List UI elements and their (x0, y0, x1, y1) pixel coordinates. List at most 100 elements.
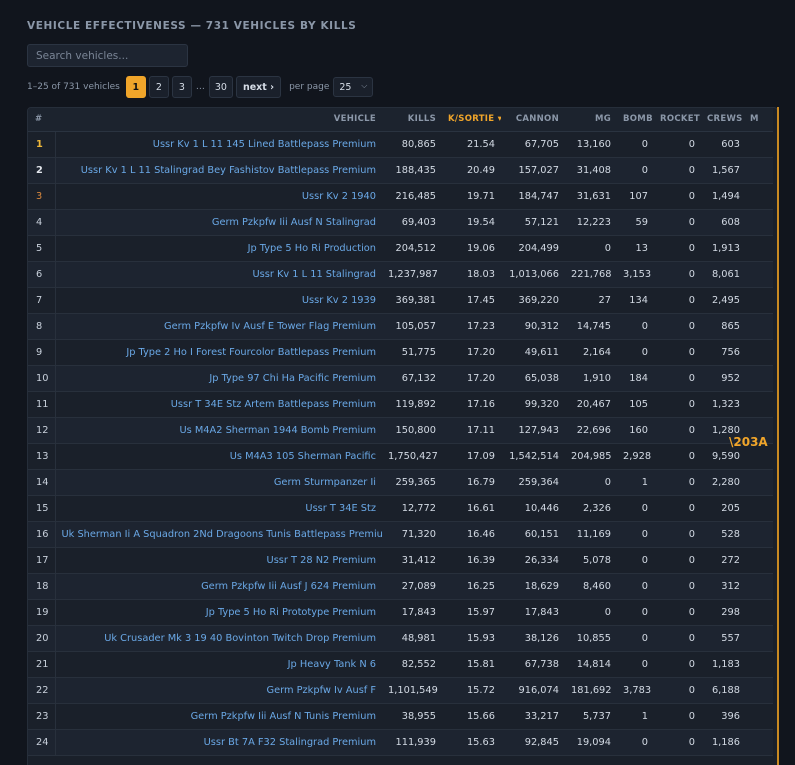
table-row[interactable]: 11 Ussr T 34E Stz Artem Battlepass Premiu… (28, 391, 773, 418)
crews-cell: 312 (701, 573, 746, 600)
table-row[interactable]: 1 Ussr Kv 1 L 11 145 Lined Battlepass Pre… (28, 131, 773, 158)
col-header-rank[interactable]: # (28, 108, 55, 132)
table-row[interactable]: 21 Jp Heavy Tank N 6 82,552 15.81 67,738 14,8… (28, 651, 773, 678)
rank-cell: 1 (28, 131, 56, 158)
col-header-rocket[interactable]: ROCKET (654, 108, 701, 132)
vehicle-link[interactable]: Ussr Bt 7A F32 Stalingrad Premium (55, 729, 382, 756)
vehicle-link[interactable]: Jp Type 5 Ho Ri Production (55, 235, 382, 262)
crews-cell: 8,061 (701, 261, 746, 288)
search-input[interactable] (27, 44, 188, 67)
vehicle-link[interactable]: Ussr Kv 1 L 11 Stalingrad Bey Fashistov … (55, 157, 382, 184)
table-row[interactable]: 18 Germ Pzkpfw Iii Ausf J 624 Premium 27,0… (28, 573, 773, 600)
mg-cell: 11,169 (565, 521, 617, 548)
page-button-last[interactable]: 30 (208, 76, 233, 98)
kills-cell: 31,412 (382, 547, 442, 574)
table-row[interactable]: 12 Us M4A2 Sherman 1944 Bomb Premium 150,8… (28, 417, 773, 444)
vehicle-link[interactable]: Germ Sturmpanzer Ii (55, 469, 382, 496)
vehicle-link[interactable]: Uk Crusader Mk 3 19 40 Bovinton Twitch D… (55, 625, 382, 652)
vehicle-link[interactable]: Germ Pzkpfw Iii Ausf N Tunis Premium (55, 703, 382, 730)
mg-cell: 19,094 (565, 729, 617, 756)
col-header-vehicle[interactable]: VEHICLE (55, 108, 382, 132)
rocket-cell: 0 (654, 625, 701, 652)
vehicle-link[interactable]: Jp Type 2 Ho I Forest Fourcolor Battlepa… (55, 339, 382, 366)
ks-cell: 17.20 (442, 339, 501, 366)
rocket-cell: 0 (654, 131, 701, 158)
rank-cell: 3 (28, 183, 56, 210)
page-button-1[interactable]: 1 (125, 76, 146, 98)
table-row[interactable]: 9 Jp Type 2 Ho I Forest Fourcolor Battlep… (28, 339, 773, 366)
table-row[interactable]: 16 Uk Sherman Ii A Squadron 2Nd Dragoons … (28, 521, 773, 548)
overflow-cell (746, 625, 773, 652)
vehicle-link[interactable]: Jp Type 97 Chi Ha Pacific Premium (55, 365, 382, 392)
kills-cell: 51,775 (382, 339, 442, 366)
cannon-cell: 1,542,514 (501, 443, 565, 470)
table-row[interactable]: 15 Ussr T 34E Stz 12,772 16.61 10,446 2,326 0 0… (28, 495, 773, 522)
page-ellipsis: … (195, 82, 205, 92)
vehicle-link[interactable]: Uk Sherman Ii A Squadron 2Nd Dragoons Tu… (55, 521, 382, 548)
table-row[interactable]: 2 Ussr Kv 1 L 11 Stalingrad Bey Fashistov… (28, 157, 773, 184)
per-page-select[interactable]: 25 ⌵ (333, 77, 374, 97)
kills-cell: 1,101,549 (382, 677, 442, 704)
vehicle-link[interactable]: Ussr T 34E Stz Artem Battlepass Premium (55, 391, 382, 418)
vehicle-link[interactable]: Germ Pzkpfw Iv Ausf F (55, 677, 382, 704)
cannon-cell: 26,334 (501, 547, 565, 574)
bomb-cell: 0 (617, 651, 654, 678)
table-row[interactable]: 6 Ussr Kv 1 L 11 Stalingrad 1,237,987 18.03… (28, 261, 773, 288)
vehicle-link[interactable]: Ussr Kv 2 1939 (55, 287, 382, 314)
table-row[interactable]: 10 Jp Type 97 Chi Ha Pacific Premium 67,13… (28, 365, 773, 392)
table-row[interactable]: 8 Germ Pzkpfw Iv Ausf E Tower Flag Premiu… (28, 313, 773, 340)
vehicle-link[interactable]: Ussr T 28 N2 Premium (55, 547, 382, 574)
table-row[interactable]: 22 Germ Pzkpfw Iv Ausf F 1,101,549 15.72 916… (28, 677, 773, 704)
table-row[interactable]: 17 Ussr T 28 N2 Premium 31,412 16.39 26,334 5… (28, 547, 773, 574)
vehicle-link[interactable]: Jp Heavy Tank N 6 (55, 651, 382, 678)
col-header-cannon[interactable]: CANNON (501, 108, 565, 132)
ks-cell: 19.71 (442, 183, 501, 210)
vehicle-link[interactable]: Us M4A3 105 Sherman Pacific (55, 443, 382, 470)
rocket-cell: 0 (654, 339, 701, 366)
col-header-bomb[interactable]: BOMB (617, 108, 654, 132)
crews-cell: 1,913 (701, 235, 746, 262)
col-header-mg[interactable]: MG (565, 108, 617, 132)
table-row[interactable]: 13 Us M4A3 105 Sherman Pacific 1,750,427 17… (28, 443, 773, 470)
vehicle-link[interactable]: Ussr Kv 2 1940 (55, 183, 382, 210)
kills-cell: 150,800 (382, 417, 442, 444)
vehicle-link[interactable]: Jp Type 5 Ho Ri Prototype Premium (55, 599, 382, 626)
ks-cell: 15.93 (442, 625, 501, 652)
rocket-cell: 0 (654, 209, 701, 236)
table-body: 1 Ussr Kv 1 L 11 145 Lined Battlepass Pre… (28, 131, 773, 756)
table-row[interactable]: 4 Germ Pzkpfw Iii Ausf N Stalingrad 69,403… (28, 209, 773, 236)
rocket-cell: 0 (654, 183, 701, 210)
col-header-crews[interactable]: CREWS (701, 108, 746, 132)
cannon-cell: 10,446 (501, 495, 565, 522)
table-row[interactable]: 23 Germ Pzkpfw Iii Ausf N Tunis Premium 38… (28, 703, 773, 730)
kills-cell: 259,365 (382, 469, 442, 496)
kills-cell: 188,435 (382, 157, 442, 184)
vehicle-link[interactable]: Germ Pzkpfw Iii Ausf J 624 Premium (55, 573, 382, 600)
table-row[interactable]: 3 Ussr Kv 2 1940 216,485 19.71 184,747 31,631… (28, 183, 773, 210)
table-row[interactable]: 24 Ussr Bt 7A F32 Stalingrad Premium 111,9… (28, 729, 773, 756)
cannon-cell: 65,038 (501, 365, 565, 392)
kills-cell: 1,750,427 (382, 443, 442, 470)
vehicle-link[interactable]: Us M4A2 Sherman 1944 Bomb Premium (55, 417, 382, 444)
ks-cell: 15.97 (442, 599, 501, 626)
table-row[interactable]: 20 Uk Crusader Mk 3 19 40 Bovinton Twitch… (28, 625, 773, 652)
page-button-2[interactable]: 2 (148, 76, 169, 98)
col-header-more[interactable]: M (746, 108, 773, 132)
page-button-3[interactable]: 3 (171, 76, 192, 98)
vehicle-link[interactable]: Ussr Kv 1 L 11 Stalingrad (55, 261, 382, 288)
vehicle-link[interactable]: Germ Pzkpfw Iv Ausf E Tower Flag Premium (55, 313, 382, 340)
table-row[interactable]: 19 Jp Type 5 Ho Ri Prototype Premium 17,84… (28, 599, 773, 626)
next-page-button[interactable]: next › (235, 76, 282, 98)
table-row[interactable]: 14 Germ Sturmpanzer Ii 259,365 16.79 259,364… (28, 469, 773, 496)
col-header-k-sortie[interactable]: K/SORTIE ▾ (442, 108, 501, 132)
table-row[interactable]: 7 Ussr Kv 2 1939 369,381 17.45 369,220 27 134 0… (28, 287, 773, 314)
vehicle-link[interactable]: Ussr T 34E Stz (55, 495, 382, 522)
col-header-kills[interactable]: KILLS (382, 108, 442, 132)
vehicle-link[interactable]: Germ Pzkpfw Iii Ausf N Stalingrad (55, 209, 382, 236)
table-row[interactable]: 5 Jp Type 5 Ho Ri Production 204,512 19.06 2… (28, 235, 773, 262)
overflow-cell (746, 677, 773, 704)
ks-cell: 15.81 (442, 651, 501, 678)
vehicle-link[interactable]: Ussr Kv 1 L 11 145 Lined Battlepass Prem… (55, 131, 382, 158)
kills-cell: 119,892 (382, 391, 442, 418)
crews-cell: 1,186 (701, 729, 746, 756)
